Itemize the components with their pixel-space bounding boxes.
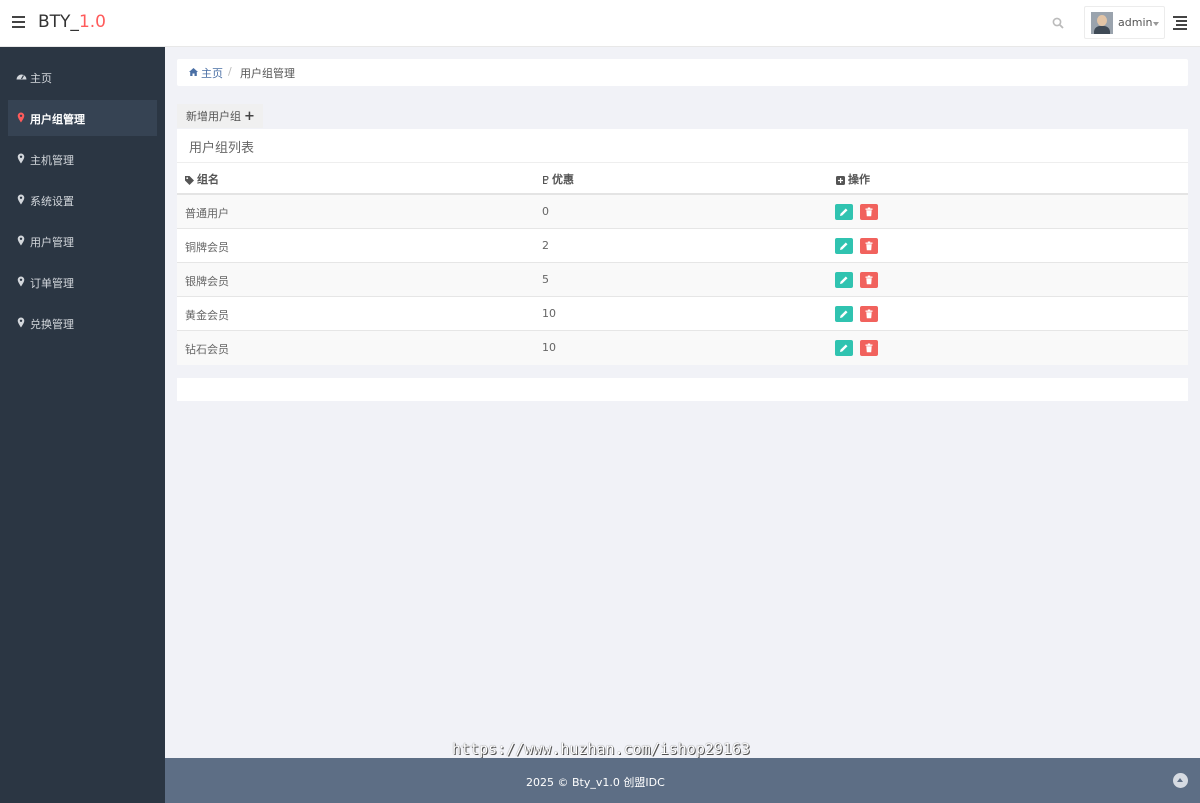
footer-copyright: 2025 © Bty_v1.0 创盟IDC xyxy=(526,776,665,789)
sidebar-item-label: 订单管理 xyxy=(30,277,74,290)
add-user-group-button[interactable]: 新增用户组 + xyxy=(177,104,263,128)
column-header-discount[interactable]: 优惠 xyxy=(542,171,574,187)
map-marker-icon xyxy=(17,112,25,123)
group-name-cell: 铜牌会员 xyxy=(185,241,229,254)
breadcrumb-separator: / xyxy=(228,65,232,78)
user-name: admin xyxy=(1118,16,1153,29)
panel-title: 用户组列表 xyxy=(189,141,255,156)
empty-panel xyxy=(177,378,1188,401)
search-icon[interactable] xyxy=(1052,17,1064,29)
group-name-cell: 普通用户 xyxy=(185,207,229,220)
table-row: 铜牌会员 2 xyxy=(177,229,1188,263)
pencil-icon xyxy=(840,276,848,284)
footer: 2025 © Bty_v1.0 创盟IDC xyxy=(165,758,1200,803)
delete-button[interactable] xyxy=(860,272,878,288)
pencil-icon xyxy=(840,242,848,250)
brand-name: BTY_ xyxy=(38,12,79,32)
sidebar-item-label: 主页 xyxy=(30,72,52,85)
discount-cell: 10 xyxy=(542,307,556,320)
delete-button[interactable] xyxy=(860,306,878,322)
sidebar: 主页 用户组管理 主机管理 系统设置 用户管理 订单管理 兑换管理 xyxy=(0,47,165,803)
bitcoin-icon xyxy=(543,176,549,184)
top-navbar: BTY_1.0 admin xyxy=(0,0,1200,47)
breadcrumb: 主页 / 用户组管理 xyxy=(177,59,1188,86)
trash-icon xyxy=(865,343,873,353)
discount-cell: 10 xyxy=(542,341,556,354)
column-header-actions: 操作 xyxy=(836,171,870,187)
table-row: 普通用户 0 xyxy=(177,195,1188,229)
delete-button[interactable] xyxy=(860,204,878,220)
watermark-text: https://www.huzhan.com/ishop29163 xyxy=(452,740,751,758)
table-row: 钻石会员 10 xyxy=(177,331,1188,365)
edit-button[interactable] xyxy=(835,306,853,322)
brand-version: 1.0 xyxy=(78,12,106,32)
group-name-cell: 黄金会员 xyxy=(185,309,229,322)
table-row: 黄金会员 10 xyxy=(177,297,1188,331)
divider xyxy=(177,162,1188,163)
column-header-name[interactable]: 组名 xyxy=(185,171,219,187)
menu-toggle-icon[interactable] xyxy=(12,16,25,28)
pencil-icon xyxy=(840,344,848,352)
column-header-label: 优惠 xyxy=(552,173,574,186)
user-group-list-panel: 用户组列表 组名 优惠 操作 普通用户 0 铜牌会员 2 银牌会员 5 黄金会员… xyxy=(177,129,1188,365)
chevron-down-icon xyxy=(1153,22,1159,26)
right-sidebar-toggle-icon[interactable] xyxy=(1173,16,1187,30)
add-user-group-label: 新增用户组 xyxy=(186,110,241,123)
sidebar-item-hosts[interactable]: 主机管理 xyxy=(8,141,157,177)
map-marker-icon xyxy=(17,317,25,328)
group-name-cell: 钻石会员 xyxy=(185,343,229,356)
dashboard-icon xyxy=(16,74,27,80)
sidebar-item-label: 兑换管理 xyxy=(30,318,74,331)
trash-icon xyxy=(865,207,873,217)
pencil-icon xyxy=(840,208,848,216)
map-marker-icon xyxy=(17,194,25,205)
edit-button[interactable] xyxy=(835,272,853,288)
discount-cell: 2 xyxy=(542,239,549,252)
home-icon xyxy=(189,68,198,76)
delete-button[interactable] xyxy=(860,238,878,254)
edit-button[interactable] xyxy=(835,204,853,220)
sidebar-item-label: 用户管理 xyxy=(30,236,74,249)
tag-icon xyxy=(185,175,194,185)
edit-button[interactable] xyxy=(835,340,853,356)
discount-cell: 5 xyxy=(542,273,549,286)
scroll-to-top-icon[interactable] xyxy=(1173,773,1188,788)
map-marker-icon xyxy=(17,276,25,287)
sidebar-item-redeem[interactable]: 兑换管理 xyxy=(8,305,157,341)
breadcrumb-current: 用户组管理 xyxy=(240,67,295,80)
group-name-cell: 银牌会员 xyxy=(185,275,229,288)
column-header-label: 操作 xyxy=(848,173,870,186)
plus-square-icon xyxy=(836,175,845,185)
user-menu[interactable]: admin xyxy=(1084,6,1165,39)
delete-button[interactable] xyxy=(860,340,878,356)
avatar xyxy=(1091,12,1113,34)
trash-icon xyxy=(865,241,873,251)
sidebar-item-label: 用户组管理 xyxy=(30,113,85,126)
plus-icon: + xyxy=(244,109,255,124)
brand-logo[interactable]: BTY_1.0 xyxy=(38,12,106,32)
sidebar-item-orders[interactable]: 订单管理 xyxy=(8,264,157,300)
breadcrumb-home-link[interactable]: 主页 xyxy=(201,65,223,81)
edit-button[interactable] xyxy=(835,238,853,254)
sidebar-item-label: 主机管理 xyxy=(30,154,74,167)
map-marker-icon xyxy=(17,235,25,246)
column-header-label: 组名 xyxy=(197,173,219,186)
map-marker-icon xyxy=(17,153,25,164)
sidebar-item-home[interactable]: 主页 xyxy=(8,59,157,95)
sidebar-item-users[interactable]: 用户管理 xyxy=(8,223,157,259)
table-row: 银牌会员 5 xyxy=(177,263,1188,297)
discount-cell: 0 xyxy=(542,205,549,218)
pencil-icon xyxy=(840,310,848,318)
sidebar-item-label: 系统设置 xyxy=(30,195,74,208)
trash-icon xyxy=(865,275,873,285)
trash-icon xyxy=(865,309,873,319)
sidebar-item-user-groups[interactable]: 用户组管理 xyxy=(8,100,157,136)
sidebar-item-system-settings[interactable]: 系统设置 xyxy=(8,182,157,218)
